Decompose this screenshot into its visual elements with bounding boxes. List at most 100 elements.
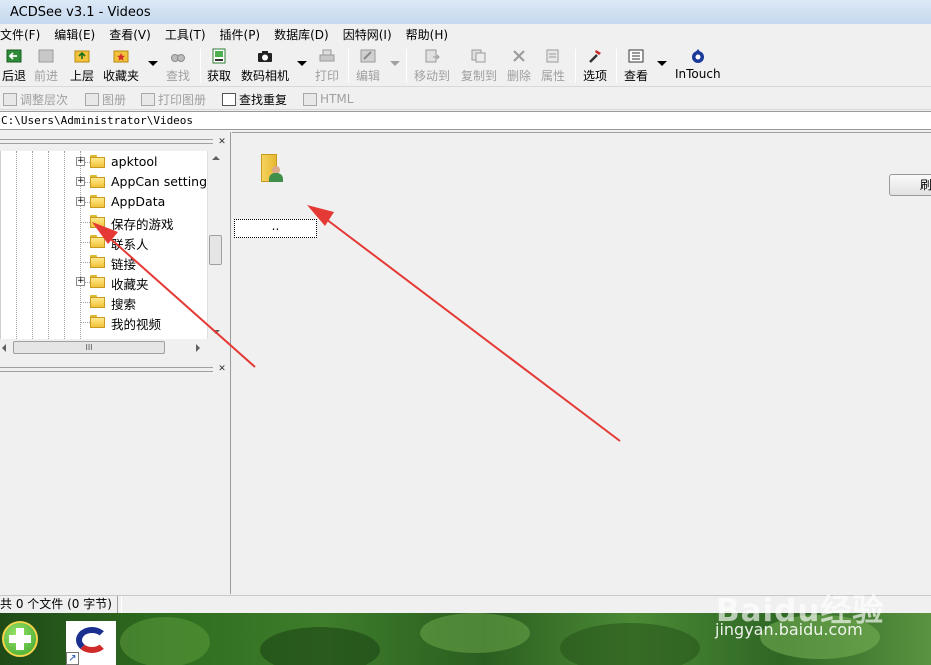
camera-dropdown-arrow[interactable]	[297, 61, 307, 66]
menu-edit[interactable]: 编辑(E)	[47, 26, 102, 43]
expand-icon[interactable]: +	[76, 177, 85, 186]
folder-icon	[90, 275, 105, 288]
app-shortcut-icon[interactable]: ↗	[66, 621, 116, 665]
find-duplicates-button[interactable]: 查找重复	[222, 91, 287, 107]
tree-item-label: AppData	[111, 194, 166, 209]
parent-folder-icon[interactable]	[259, 152, 287, 184]
tree-item-links[interactable]: 链接	[1, 252, 207, 272]
favorites-icon	[112, 48, 130, 64]
album-button[interactable]: 图册	[85, 91, 126, 107]
tree-vertical-scrollbar[interactable]	[207, 151, 224, 339]
favorites-dropdown-arrow[interactable]	[148, 61, 158, 66]
title-bar: ACDSee v3.1 - Videos	[0, 0, 931, 24]
forward-button[interactable]: 前进	[34, 48, 58, 84]
up-button[interactable]: 上层	[70, 48, 94, 84]
back-icon	[5, 48, 23, 64]
pane-border	[232, 132, 931, 133]
tree-item-appcan-settings[interactable]: + AppCan settings	[1, 172, 207, 192]
tools-icon	[586, 48, 604, 64]
status-summary: 共 0 个文件 (0 字节)	[0, 596, 118, 613]
toolbar-separator	[575, 49, 576, 83]
menu-help[interactable]: 帮助(H)	[399, 26, 455, 43]
folder-icon	[90, 255, 105, 268]
move-icon	[423, 48, 441, 64]
camera-button[interactable]: 数码相机	[241, 48, 289, 84]
tree-item-appdata[interactable]: + AppData	[1, 192, 207, 212]
menu-file[interactable]: 文件(F)	[0, 26, 47, 43]
folder-icon	[90, 235, 105, 248]
folder-icon	[90, 175, 105, 188]
move-to-button[interactable]: 移动到	[414, 48, 450, 84]
edit-dropdown-arrow[interactable]	[390, 61, 400, 66]
preview-pane-grip[interactable]	[0, 367, 213, 372]
view-dropdown-arrow[interactable]	[657, 61, 667, 66]
toolbar-separator	[406, 49, 407, 83]
edit-button[interactable]: 编辑	[356, 48, 380, 84]
folder-icon	[90, 315, 105, 328]
find-button[interactable]: 查找	[166, 48, 190, 84]
tree-item-favorites[interactable]: + 收藏夹	[1, 272, 207, 292]
pane-grip[interactable]	[0, 139, 213, 144]
forward-icon	[37, 48, 55, 64]
scroll-left-icon[interactable]	[2, 344, 6, 352]
copy-to-button[interactable]: 复制到	[461, 48, 497, 84]
print-button[interactable]: 打印	[315, 48, 339, 84]
acquire-button[interactable]: 获取	[207, 48, 231, 84]
adjust-layers-button[interactable]: 调整层次	[3, 91, 68, 107]
scroll-thumb[interactable]	[209, 235, 222, 265]
intouch-icon	[689, 48, 707, 64]
properties-button[interactable]: 属性	[541, 48, 565, 84]
intouch-button[interactable]: InTouch	[675, 48, 721, 84]
scroll-thumb[interactable]: III	[13, 341, 165, 354]
scroll-right-icon[interactable]	[196, 344, 200, 352]
menu-tools[interactable]: 工具(T)	[158, 26, 213, 43]
add-app-icon[interactable]	[0, 619, 40, 659]
window-title: ACDSee v3.1 - Videos	[10, 4, 151, 20]
file-list-pane: .. 刷	[232, 132, 931, 594]
tree-item-label: 收藏夹	[111, 277, 149, 292]
close-icon[interactable]: ✕	[217, 138, 227, 147]
tree-horizontal-scrollbar[interactable]: III	[0, 339, 207, 356]
print-album-button[interactable]: 打印图册	[141, 91, 206, 107]
tree-item-label: 保存的游戏	[111, 217, 174, 232]
scroll-up-icon[interactable]	[212, 156, 220, 160]
menu-internet[interactable]: 因特网(I)	[336, 26, 399, 43]
back-button[interactable]: 后退	[2, 48, 26, 84]
print-album-icon	[141, 92, 155, 106]
expand-icon[interactable]: +	[76, 157, 85, 166]
album-icon	[85, 92, 99, 106]
folder-tree-pane: ✕ + apktool + AppCan settings + AppData	[0, 132, 231, 594]
menu-database[interactable]: 数据库(D)	[267, 26, 336, 43]
favorites-button[interactable]: 收藏夹	[103, 48, 139, 84]
folder-up-icon	[73, 48, 91, 64]
html-button[interactable]: HTML	[303, 91, 353, 107]
printer-icon	[318, 48, 336, 64]
parent-folder-caption[interactable]: ..	[234, 219, 317, 238]
tree-item-apktool[interactable]: + apktool	[1, 152, 207, 172]
secondary-toolbar: 调整层次 图册 打印图册 查找重复 HTML	[0, 88, 931, 110]
edit-icon	[359, 48, 377, 64]
scroll-down-icon[interactable]	[212, 330, 220, 334]
tree-item-my-videos[interactable]: 我的视频	[1, 312, 207, 332]
properties-icon	[544, 48, 562, 64]
shortcut-arrow-icon: ↗	[66, 652, 79, 665]
tree-item-label: 链接	[111, 257, 137, 272]
delete-button[interactable]: 删除	[507, 48, 531, 84]
tree-item-label: 搜索	[111, 297, 137, 312]
html-icon	[303, 92, 317, 106]
refresh-button[interactable]: 刷	[889, 174, 931, 196]
options-button[interactable]: 选项	[583, 48, 607, 84]
menu-view[interactable]: 查看(V)	[102, 26, 158, 43]
view-button[interactable]: 查看	[624, 48, 648, 84]
tree-item-label: apktool	[111, 154, 158, 169]
menu-plugins[interactable]: 插件(P)	[213, 26, 268, 43]
main-toolbar: 后退 前进 上层 收藏夹 查找 获取 数码相机 打印 编辑 移动到 复制到 删除…	[0, 45, 931, 87]
tree-item-saved-games[interactable]: 保存的游戏	[1, 212, 207, 232]
folder-icon	[90, 195, 105, 208]
tree-item-searches[interactable]: 搜索	[1, 292, 207, 312]
expand-icon[interactable]: +	[76, 197, 85, 206]
expand-icon[interactable]: +	[76, 277, 85, 286]
close-icon[interactable]: ✕	[217, 365, 227, 374]
tree-item-contacts[interactable]: 联系人	[1, 232, 207, 252]
path-field[interactable]: C:\Users\Administrator\Videos	[0, 111, 931, 130]
